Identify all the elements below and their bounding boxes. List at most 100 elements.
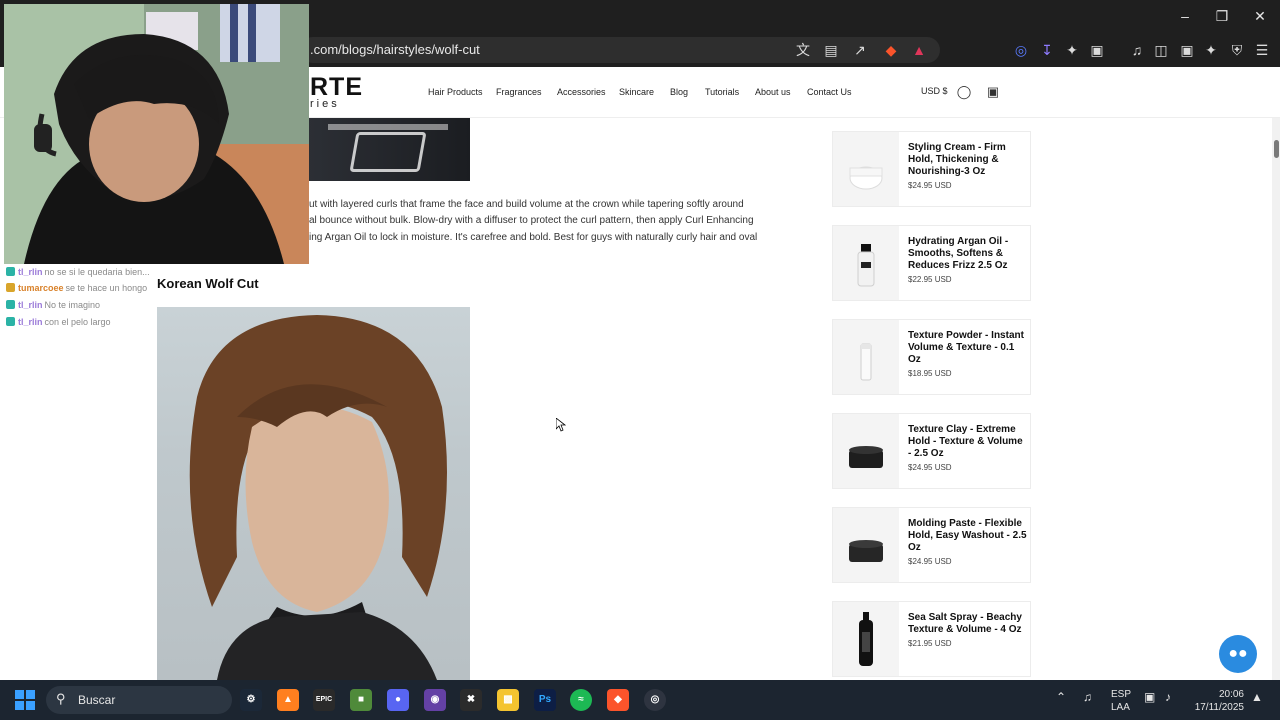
mouse-cursor-icon (556, 418, 566, 432)
tray-overflow-icon[interactable]: ⌃ (1056, 690, 1066, 704)
product-price: $22.95 USD (908, 275, 952, 284)
account-icon[interactable]: ◯ (956, 84, 972, 100)
capcut-icon[interactable]: ✖ (460, 689, 482, 711)
product-name[interactable]: Texture Powder - Instant Volume & Textur… (908, 330, 1028, 366)
brave-shields-icon[interactable]: ◆ (880, 39, 902, 61)
clock-date[interactable]: 17/11/2025 (1188, 702, 1244, 713)
product-name[interactable]: Texture Clay - Extreme Hold - Texture & … (908, 424, 1028, 460)
extension-audio-icon[interactable]: ◎ (1010, 39, 1032, 61)
product-card[interactable]: Hydrating Argan Oil - Smooths, Softens &… (832, 225, 1031, 301)
product-name[interactable]: Styling Cream - Firm Hold, Thickening & … (908, 142, 1028, 178)
keyboard-layout-indicator[interactable]: LAA (1111, 702, 1130, 713)
scrollbar-thumb[interactable] (1274, 140, 1279, 158)
chat-text: no se si le quedaria bien... (44, 267, 150, 277)
product-price: $21.95 USD (908, 639, 952, 648)
nav-fragrances[interactable]: Fragrances (496, 86, 542, 98)
chat-badge-icon (6, 267, 15, 276)
nav-contact-us[interactable]: Contact Us (807, 86, 852, 98)
scrollbar[interactable] (1272, 118, 1280, 680)
product-card[interactable]: Sea Salt Spray - Beachy Texture & Volume… (832, 601, 1031, 677)
product-name[interactable]: Molding Paste - Flexible Hold, Easy Wash… (908, 518, 1028, 554)
notification-icon[interactable]: ▲ (1251, 690, 1263, 704)
vlc-icon[interactable]: ▲ (277, 689, 299, 711)
photoshop-icon[interactable]: Ps (534, 689, 556, 711)
reader-icon[interactable]: ▤ (820, 39, 842, 61)
chat-username: tl_rlin (18, 300, 43, 310)
nav-about-us[interactable]: About us (755, 86, 791, 98)
product-card[interactable]: Styling Cream - Firm Hold, Thickening & … (832, 131, 1031, 207)
steam-icon[interactable]: ⚙ (240, 689, 262, 711)
share-icon[interactable]: ↗ (849, 39, 871, 61)
chat-text: con el pelo largo (44, 317, 111, 327)
product-thumbnail[interactable] (833, 602, 899, 676)
language-indicator[interactable]: ESP (1111, 689, 1131, 700)
obs-icon[interactable]: ◎ (644, 689, 666, 711)
nav-accessories[interactable]: Accessories (557, 86, 606, 98)
spotify-icon[interactable]: ≈ (570, 689, 592, 711)
nav-blog[interactable]: Blog (670, 86, 688, 98)
product-thumbnail[interactable] (833, 508, 899, 582)
chat-message: tl_rlin con el pelo largo (6, 316, 111, 328)
product-name[interactable]: Hydrating Argan Oil - Smooths, Softens &… (908, 236, 1028, 272)
nav-hair-products[interactable]: Hair Products (428, 86, 483, 98)
article-image-top (308, 118, 470, 181)
sidebar-icon[interactable]: ◫ (1150, 39, 1172, 61)
nav-tutorials[interactable]: Tutorials (705, 86, 739, 98)
brave-browser-icon[interactable]: ◆ (607, 689, 629, 711)
chat-badge-icon (6, 300, 15, 309)
extension-download-icon[interactable]: ↧ (1036, 39, 1058, 61)
webcam-overlay (4, 4, 309, 264)
wallet-icon[interactable]: ▣ (1176, 39, 1198, 61)
article-paragraph-line: al bounce without bulk. Blow-dry with a … (309, 215, 754, 226)
minimize-icon[interactable]: – (1166, 4, 1204, 28)
chat-message: tl_rlin no se si le quedaria bien... (6, 266, 150, 278)
menu-icon[interactable]: ☰ (1251, 39, 1273, 61)
product-card[interactable]: Texture Clay - Extreme Hold - Texture & … (832, 413, 1031, 489)
restore-icon[interactable]: ❐ (1203, 4, 1241, 28)
nav-skincare[interactable]: Skincare (619, 86, 654, 98)
product-name[interactable]: Sea Salt Spray - Beachy Texture & Volume… (908, 612, 1028, 636)
discord-icon[interactable]: ● (387, 689, 409, 711)
volume-icon[interactable]: ♪ (1165, 690, 1171, 704)
cart-icon[interactable]: ▣ (985, 84, 1001, 100)
chat-username: tumarcoee (18, 283, 64, 293)
product-card[interactable]: Texture Powder - Instant Volume & Textur… (832, 319, 1031, 395)
article-paragraph-line: ut with layered curls that frame the fac… (309, 199, 744, 210)
currency-selector[interactable]: USD $ (921, 86, 948, 96)
media-icon[interactable]: ♫ (1126, 39, 1148, 61)
address-bar[interactable]: .com/blogs/hairstyles/wolf-cut (300, 37, 940, 63)
screenshot-icon[interactable]: ▣ (1086, 39, 1108, 61)
product-thumbnail[interactable] (833, 320, 899, 394)
translate-icon[interactable]: 文 (792, 39, 814, 61)
chat-widget-icon[interactable]: ●● (1219, 635, 1257, 673)
site-logo-subtitle: ries (310, 98, 340, 110)
extensions-icon[interactable]: ✦ (1061, 39, 1083, 61)
network-icon[interactable]: ▣ (1144, 690, 1155, 704)
site-logo[interactable]: RTE (310, 74, 363, 100)
search-icon: ⚲ (56, 691, 66, 706)
product-thumbnail[interactable] (833, 414, 899, 488)
epic-games-icon[interactable]: EPIC (313, 689, 335, 711)
korean-wolf-cut-photo (157, 307, 470, 680)
close-icon[interactable]: ✕ (1241, 4, 1279, 28)
windows-start-icon[interactable] (14, 689, 36, 711)
microphone-icon[interactable]: ♫ (1083, 690, 1092, 704)
taskbar-search-box[interactable] (46, 686, 232, 714)
section-heading: Korean Wolf Cut (157, 276, 259, 291)
clock-time[interactable]: 20:06 (1188, 689, 1244, 700)
product-card[interactable]: Molding Paste - Flexible Hold, Easy Wash… (832, 507, 1031, 583)
leo-ai-icon[interactable]: ✦ (1200, 39, 1222, 61)
product-thumbnail[interactable] (833, 226, 899, 300)
chat-badge-icon (6, 283, 15, 292)
twitch-app-icon[interactable]: ◉ (424, 689, 446, 711)
vpn-icon[interactable]: ⛨ (1226, 39, 1248, 61)
chat-badge-icon (6, 317, 15, 326)
file-explorer-icon[interactable]: ▩ (497, 689, 519, 711)
product-thumbnail[interactable] (833, 132, 899, 206)
brave-rewards-icon[interactable]: ▲ (908, 39, 930, 61)
minecraft-icon[interactable]: ■ (350, 689, 372, 711)
chat-text: No te imagino (44, 300, 101, 310)
product-price: $18.95 USD (908, 369, 952, 378)
chat-message: tl_rlin No te imagino (6, 299, 100, 311)
chat-text: se te hace un hongo (65, 283, 148, 293)
